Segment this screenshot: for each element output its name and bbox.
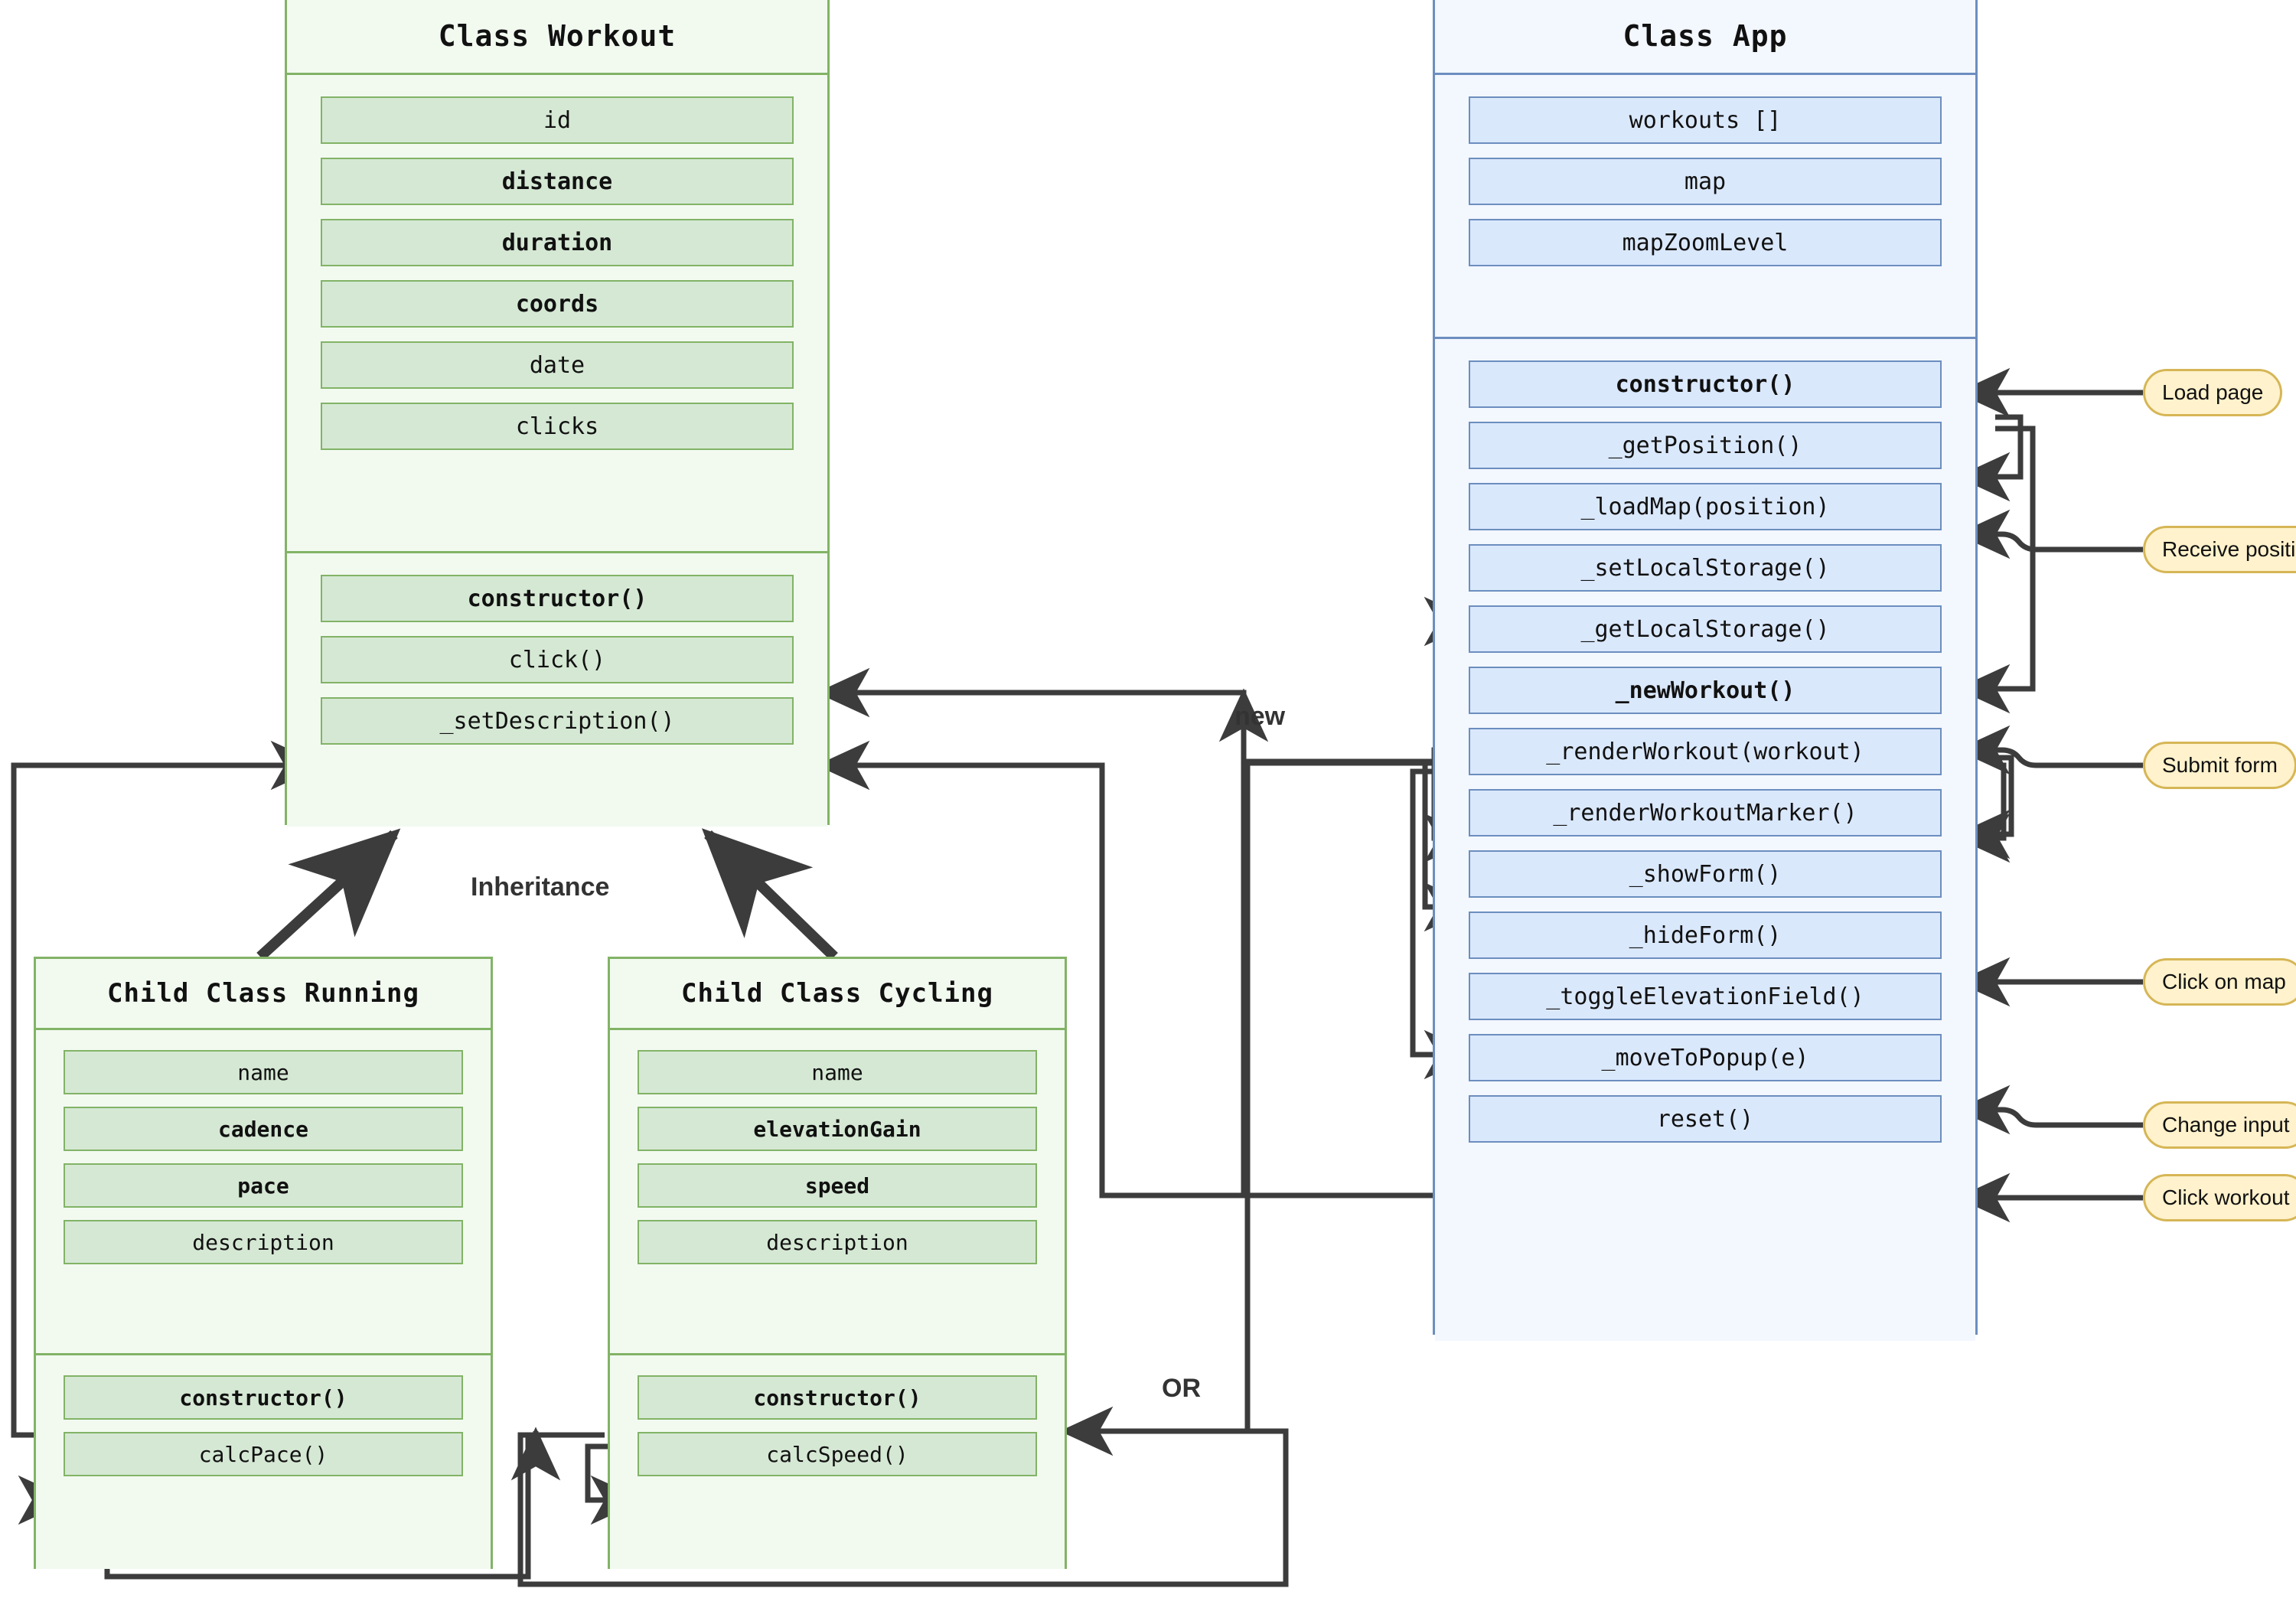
label-or: OR bbox=[1162, 1374, 1201, 1403]
member-row[interactable]: reset() bbox=[1469, 1095, 1942, 1143]
member-row[interactable]: _loadMap(position) bbox=[1469, 483, 1942, 530]
member-row[interactable]: coords bbox=[321, 280, 794, 328]
attribute-list-app: workouts [] map mapZoomLevel bbox=[1435, 75, 1975, 288]
class-box-workout: Class Workout id distance duration coords da… bbox=[285, 0, 830, 827]
callout-change-input[interactable]: Change input bbox=[2143, 1101, 2296, 1149]
member-row[interactable]: mapZoomLevel bbox=[1469, 219, 1942, 266]
class-title-app: Class App bbox=[1435, 0, 1975, 73]
class-box-cycling: Child Class Cycling name elevationGain spe… bbox=[608, 957, 1067, 1569]
member-row[interactable]: workouts [] bbox=[1469, 96, 1942, 144]
member-row[interactable]: map bbox=[1469, 158, 1942, 205]
member-row[interactable]: cadence bbox=[64, 1107, 463, 1151]
method-list-cycling: constructor() calcSpeed() bbox=[610, 1355, 1065, 1496]
callout-submit-form[interactable]: Submit form bbox=[2143, 742, 2296, 789]
attributes-compartment-cycling: name elevationGain speed description bbox=[610, 1028, 1065, 1353]
member-row[interactable]: calcSpeed() bbox=[638, 1432, 1037, 1476]
class-title-cycling: Child Class Cycling bbox=[610, 959, 1065, 1028]
member-row[interactable]: _setLocalStorage() bbox=[1469, 544, 1942, 592]
callout-click-workout[interactable]: Click workout bbox=[2143, 1174, 2296, 1221]
callout-receive-position[interactable]: Receive position bbox=[2143, 526, 2296, 573]
member-row[interactable]: _getLocalStorage() bbox=[1469, 605, 1942, 653]
member-row[interactable]: _hideForm() bbox=[1469, 912, 1942, 959]
member-row[interactable]: elevationGain bbox=[638, 1107, 1037, 1151]
member-row[interactable]: description bbox=[638, 1220, 1037, 1264]
label-inheritance: Inheritance bbox=[471, 872, 610, 902]
member-row[interactable]: clicks bbox=[321, 403, 794, 450]
member-row[interactable]: click() bbox=[321, 636, 794, 683]
methods-compartment-workout: constructor() click() _setDescription() bbox=[287, 551, 827, 827]
methods-compartment-app: constructor() _getPosition() _loadMap(posi… bbox=[1435, 337, 1975, 1341]
callout-click-on-map[interactable]: Click on map bbox=[2143, 958, 2296, 1006]
callout-connectors bbox=[1956, 367, 2143, 1223]
methods-compartment-running: constructor() calcPace() bbox=[36, 1353, 491, 1569]
diagram-canvas: Class Workout id distance duration coords da… bbox=[0, 0, 2296, 1598]
member-row[interactable]: id bbox=[321, 96, 794, 144]
member-row[interactable]: _toggleElevationField() bbox=[1469, 973, 1942, 1020]
method-list-app: constructor() _getPosition() _loadMap(posi… bbox=[1435, 339, 1975, 1164]
member-row[interactable]: _renderWorkoutMarker() bbox=[1469, 789, 1942, 837]
class-box-app: Class App workouts [] map mapZoomLevel con… bbox=[1433, 0, 1978, 1341]
callout-load-page[interactable]: Load page bbox=[2143, 369, 2283, 416]
member-row[interactable]: constructor() bbox=[638, 1375, 1037, 1420]
label-new: new bbox=[1234, 702, 1286, 731]
member-row[interactable]: _showForm() bbox=[1469, 850, 1942, 898]
class-title-workout: Class Workout bbox=[287, 0, 827, 73]
member-row[interactable]: _moveToPopup(e) bbox=[1469, 1034, 1942, 1081]
member-row[interactable]: calcPace() bbox=[64, 1432, 463, 1476]
member-row[interactable]: speed bbox=[638, 1163, 1037, 1208]
member-row[interactable]: description bbox=[64, 1220, 463, 1264]
member-row[interactable]: _setDescription() bbox=[321, 697, 794, 745]
member-row[interactable]: constructor() bbox=[1469, 360, 1942, 408]
member-row[interactable]: constructor() bbox=[321, 575, 794, 622]
member-row[interactable]: constructor() bbox=[64, 1375, 463, 1420]
member-row[interactable]: _getPosition() bbox=[1469, 422, 1942, 469]
attributes-compartment-app: workouts [] map mapZoomLevel bbox=[1435, 73, 1975, 337]
attribute-list-workout: id distance duration coords date clicks bbox=[287, 75, 827, 471]
member-row[interactable]: duration bbox=[321, 219, 794, 266]
member-row[interactable]: date bbox=[321, 341, 794, 389]
attributes-compartment-workout: id distance duration coords date clicks bbox=[287, 73, 827, 551]
class-box-running: Child Class Running name cadence pace descr… bbox=[34, 957, 493, 1569]
method-list-running: constructor() calcPace() bbox=[36, 1355, 491, 1496]
member-row[interactable]: _renderWorkout(workout) bbox=[1469, 728, 1942, 775]
member-row[interactable]: distance bbox=[321, 158, 794, 205]
member-row[interactable]: pace bbox=[64, 1163, 463, 1208]
attribute-list-running: name cadence pace description bbox=[36, 1030, 491, 1284]
methods-compartment-cycling: constructor() calcSpeed() bbox=[610, 1353, 1065, 1569]
method-list-workout: constructor() click() _setDescription() bbox=[287, 553, 827, 766]
member-row[interactable]: name bbox=[638, 1050, 1037, 1094]
class-title-running: Child Class Running bbox=[36, 959, 491, 1028]
attribute-list-cycling: name elevationGain speed description bbox=[610, 1030, 1065, 1284]
member-row[interactable]: name bbox=[64, 1050, 463, 1094]
member-row[interactable]: _newWorkout() bbox=[1469, 667, 1942, 714]
attributes-compartment-running: name cadence pace description bbox=[36, 1028, 491, 1353]
